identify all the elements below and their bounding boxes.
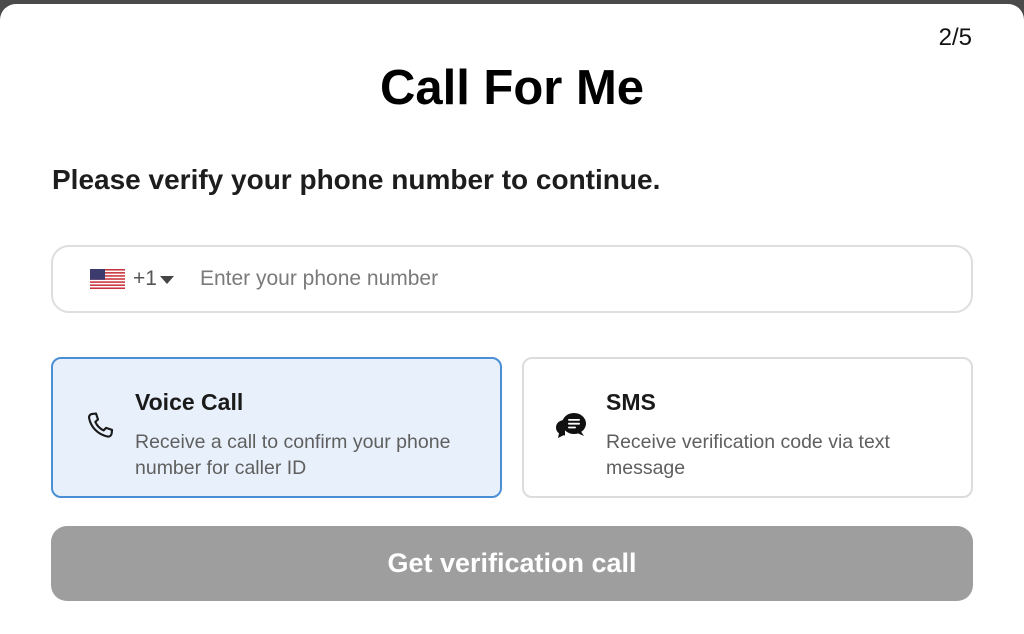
us-flag-icon: [90, 269, 125, 289]
country-selector[interactable]: +1: [90, 267, 174, 291]
phone-input[interactable]: [197, 266, 902, 292]
chat-bubbles-icon: [556, 413, 586, 438]
sms-option[interactable]: SMS Receive verification code via text m…: [522, 357, 973, 498]
sms-title: SMS: [606, 389, 656, 415]
phone-number-field: +1: [51, 245, 973, 313]
step-indicator: 2/5: [938, 24, 972, 51]
voice-call-description: Receive a call to confirm your phone num…: [135, 431, 451, 479]
sms-description: Receive verification code via text messa…: [606, 431, 890, 479]
verification-dialog: 2/5 Call For Me Please verify your phone…: [0, 4, 1024, 634]
dialog-subtitle: Please verify your phone number to conti…: [52, 164, 661, 195]
chevron-down-icon: [159, 276, 174, 284]
phone-icon: [87, 412, 114, 438]
dialog-title: Call For Me: [379, 61, 645, 115]
country-code: +1: [133, 267, 157, 290]
voice-call-title: Voice Call: [135, 389, 244, 415]
voice-call-option[interactable]: Voice Call Receive a call to confirm you…: [51, 357, 502, 498]
get-verification-call-button[interactable]: Get verification call: [51, 526, 973, 601]
